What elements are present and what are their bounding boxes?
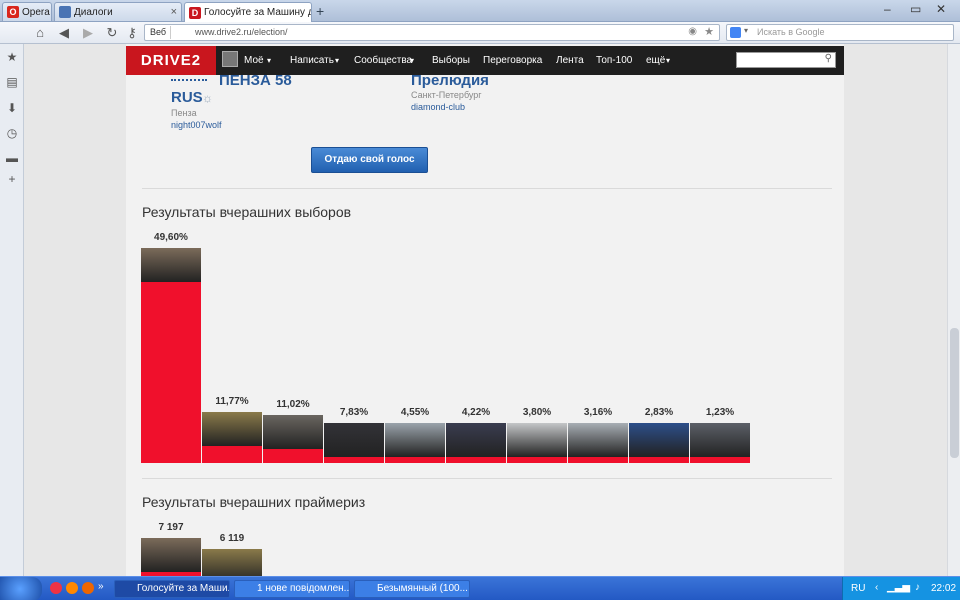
app-icon[interactable] <box>82 582 94 594</box>
taskbar-task[interactable]: 1 нове повідомлен... <box>234 580 350 598</box>
web-page: DRIVE2 Моё ▾ Написать ▾ Сообщества ▾ Выб… <box>24 44 960 576</box>
bookmarks-icon[interactable]: ★ <box>5 50 19 64</box>
start-button[interactable] <box>0 577 42 600</box>
taskbar-task[interactable]: Безымянный (100... <box>354 580 470 598</box>
taskbar-task[interactable]: Голосуйте за Маши... <box>114 580 230 598</box>
tab-label: Opera <box>22 6 50 18</box>
firefox-icon[interactable] <box>66 582 78 594</box>
reload-icon[interactable]: ↻ <box>104 25 120 41</box>
forward-icon[interactable]: ▶ <box>80 25 96 41</box>
panels-icon[interactable]: ▬ <box>5 151 19 165</box>
system-tray: RU ‹ ▁▃▅ ♪ 22:02 <box>842 577 960 600</box>
scrollbar[interactable] <box>947 44 960 576</box>
tab-label: Голосуйте за Машину дня <box>204 7 311 18</box>
chevron-right-icon[interactable]: » <box>98 581 104 592</box>
address-bar[interactable]: Веб www.drive2.ru/election/ ◉ ★ <box>144 24 720 41</box>
taskbar: » Голосуйте за Маши... 1 нове повідомлен… <box>0 576 960 600</box>
primaries-chart: 7 197 6 119 <box>24 44 960 576</box>
downloads-icon[interactable]: ⬇ <box>5 101 19 115</box>
page-icon <box>59 6 71 18</box>
chevron-left-icon[interactable]: ‹ <box>875 582 878 593</box>
new-tab-button[interactable]: + <box>316 3 324 19</box>
language-indicator[interactable]: RU <box>851 583 865 594</box>
tab-dialogs[interactable]: Диалоги × <box>54 2 182 21</box>
minimize-icon[interactable]: – <box>884 2 891 16</box>
close-icon[interactable]: × <box>167 6 177 18</box>
google-icon <box>730 27 741 38</box>
maximize-icon[interactable]: ▭ <box>910 2 921 16</box>
signal-icon[interactable]: ▁▃▅ <box>887 582 910 593</box>
car-thumbnail[interactable] <box>202 548 262 576</box>
bar-label: 7 197 <box>158 522 184 533</box>
search-input[interactable]: ▾ Искать в Google <box>726 24 954 41</box>
tab-election[interactable]: D Голосуйте за Машину дня <box>184 2 312 22</box>
opera-menu-button[interactable]: O Opera <box>2 2 52 21</box>
speaker-icon[interactable]: ♪ <box>915 582 920 593</box>
clock: 22:02 <box>931 583 957 594</box>
opera-icon[interactable] <box>50 582 62 594</box>
browser-toolbar: ⌂ ◀ ▶ ↻ ⚷ Веб www.drive2.ru/election/ ◉ … <box>0 22 960 44</box>
opera-icon: O <box>7 6 19 18</box>
close-window-icon[interactable]: ✕ <box>936 2 946 16</box>
car-thumbnail[interactable] <box>141 538 201 572</box>
home-icon[interactable]: ⌂ <box>32 25 48 41</box>
back-icon[interactable]: ◀ <box>56 25 72 41</box>
bar-label: 6 119 <box>219 532 245 544</box>
drive2-icon: D <box>189 6 201 19</box>
tab-label: Диалоги <box>74 6 113 18</box>
browser-tab-strip: O Opera Диалоги × D Голосуйте за Машину … <box>0 0 960 22</box>
scrollbar-thumb[interactable] <box>950 328 959 458</box>
chevron-down-icon[interactable]: ▾ <box>744 26 748 35</box>
rss-icon[interactable]: ◉ <box>688 26 697 37</box>
url-text: www.drive2.ru/election/ <box>195 27 288 37</box>
add-panel-icon[interactable]: + <box>5 172 19 186</box>
star-icon[interactable]: ★ <box>704 25 714 38</box>
history-icon[interactable]: ◷ <box>5 126 19 140</box>
key-icon[interactable]: ⚷ <box>124 25 140 41</box>
web-chip[interactable]: Веб <box>146 26 172 39</box>
web-label: Веб <box>150 27 167 37</box>
notes-icon[interactable]: ▤ <box>5 75 19 89</box>
side-panel: ★ ▤ ⬇ ◷ ▬ + <box>0 44 24 576</box>
search-placeholder: Искать в Google <box>757 27 825 37</box>
